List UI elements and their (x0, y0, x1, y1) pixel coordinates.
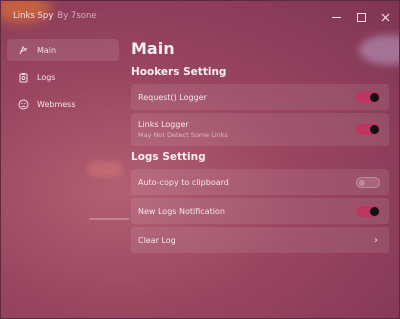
sidebar-item-logs[interactable]: Logs (7, 66, 119, 88)
clipboard-icon (17, 71, 29, 83)
main-panel: Main Hookers Setting Request() Logger Li… (131, 39, 389, 256)
setting-label: New Logs Notification (138, 206, 225, 216)
setting-new-logs-notification[interactable]: New Logs Notification (131, 198, 389, 224)
setting-links-logger[interactable]: Links Logger May Not Detect Some Links (131, 113, 389, 146)
section-title-hookers: Hookers Setting (131, 66, 227, 78)
setting-text: Links Logger May Not Detect Some Links (138, 120, 356, 139)
toggle-knob (370, 206, 379, 216)
decorative-blob (87, 161, 123, 177)
setting-label: Links Logger (138, 120, 189, 129)
sidebar: Main Logs Webmess (7, 39, 119, 120)
section-title-logs: Logs Setting (131, 151, 206, 163)
decorative-bar (89, 218, 129, 220)
links-logger-toggle[interactable] (356, 124, 380, 135)
sidebar-item-label: Logs (37, 72, 56, 82)
app-window: Links Spy By 7sone Main Logs Webmess Mai… (0, 0, 400, 319)
app-title: Links Spy By 7sone (13, 11, 97, 21)
close-icon (381, 13, 389, 21)
ghost-icon (17, 44, 29, 56)
maximize-icon (356, 12, 366, 22)
app-author: By 7sone (57, 11, 97, 21)
setting-label: Clear Log (138, 235, 176, 245)
close-button[interactable] (376, 9, 394, 25)
sidebar-item-label: Main (37, 45, 57, 55)
auto-copy-toggle[interactable] (356, 176, 380, 188)
clear-log-button[interactable]: Clear Log › (131, 227, 389, 253)
toggle-knob (370, 92, 379, 102)
setting-label: Auto-copy to clipboard (138, 177, 229, 187)
page-title: Main (131, 39, 175, 58)
setting-auto-copy[interactable]: Auto-copy to clipboard (131, 169, 389, 195)
setting-text: Clear Log (138, 236, 374, 245)
title-bar[interactable]: Links Spy By 7sone (1, 1, 399, 33)
maximize-button[interactable] (352, 9, 370, 25)
setting-label: Request() Logger (138, 92, 207, 102)
notification-toggle[interactable] (356, 205, 380, 217)
minimize-icon (331, 16, 341, 18)
setting-request-logger[interactable]: Request() Logger (131, 84, 389, 110)
setting-text: Request() Logger (138, 93, 356, 102)
sad-face-icon (17, 98, 29, 110)
minimize-button[interactable] (327, 9, 345, 25)
setting-text: New Logs Notification (138, 207, 356, 216)
setting-text: Auto-copy to clipboard (138, 178, 356, 187)
app-name: Links Spy (13, 11, 54, 21)
chevron-right-icon: › (374, 234, 378, 246)
toggle-knob (359, 179, 365, 186)
request-logger-toggle[interactable] (356, 91, 380, 103)
toggle-knob (370, 125, 379, 134)
sidebar-item-main[interactable]: Main (7, 39, 119, 61)
sidebar-item-webmess[interactable]: Webmess (7, 93, 119, 115)
setting-sublabel: May Not Detect Some Links (138, 131, 228, 139)
sidebar-item-label: Webmess (37, 99, 76, 109)
